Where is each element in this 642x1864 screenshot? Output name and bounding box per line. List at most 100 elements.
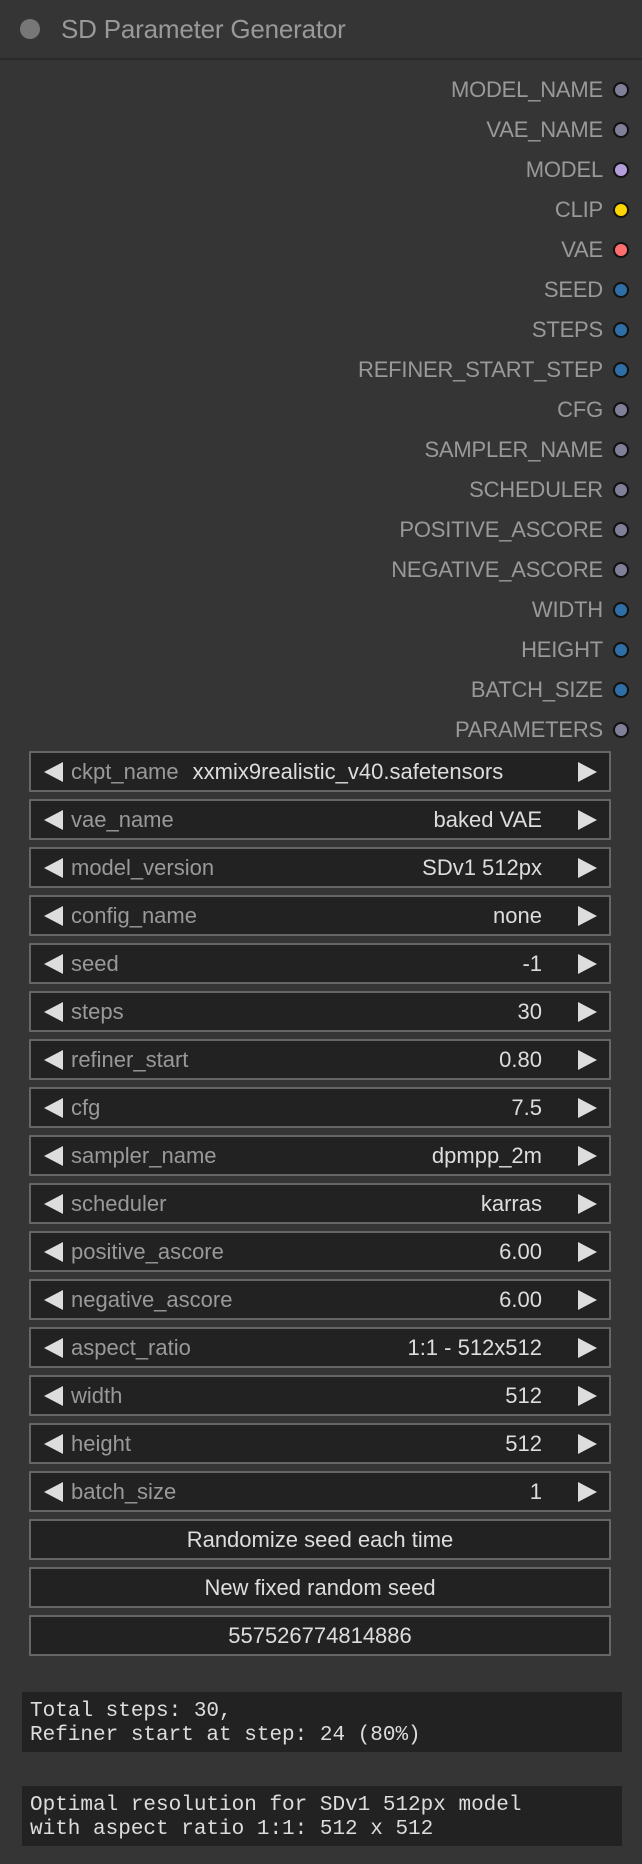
output-slot-height[interactable]: HEIGHT: [0, 630, 642, 670]
output-slot-sampler-name[interactable]: SAMPLER_NAME: [0, 430, 642, 470]
increment-arrow-icon[interactable]: [578, 1241, 597, 1262]
output-slot-clip[interactable]: CLIP: [0, 190, 642, 230]
increment-arrow-icon[interactable]: [578, 809, 597, 830]
decrement-arrow-icon[interactable]: [44, 1049, 63, 1070]
increment-arrow-icon[interactable]: [578, 953, 597, 974]
increment-arrow-icon[interactable]: [578, 1337, 597, 1358]
decrement-arrow-icon[interactable]: [44, 857, 63, 878]
widget-scheduler[interactable]: scheduler karras: [29, 1183, 611, 1224]
output-connector-dot-icon[interactable]: [613, 722, 629, 738]
widget-value[interactable]: dpmpp_2m: [432, 1143, 542, 1169]
decrement-arrow-icon[interactable]: [44, 1289, 63, 1310]
decrement-arrow-icon[interactable]: [44, 1193, 63, 1214]
widget-steps[interactable]: steps 30: [29, 991, 611, 1032]
decrement-arrow-icon[interactable]: [44, 1385, 63, 1406]
output-connector-dot-icon[interactable]: [613, 482, 629, 498]
decrement-arrow-icon[interactable]: [44, 1001, 63, 1022]
widget-height[interactable]: height 512: [29, 1423, 611, 1464]
output-connector-dot-icon[interactable]: [613, 402, 629, 418]
output-slot-positive-ascore[interactable]: POSITIVE_ASCORE: [0, 510, 642, 550]
output-slot-width[interactable]: WIDTH: [0, 590, 642, 630]
widget-value[interactable]: karras: [481, 1191, 542, 1217]
widget-value[interactable]: -1: [522, 951, 542, 977]
widget-cfg[interactable]: cfg 7.5: [29, 1087, 611, 1128]
increment-arrow-icon[interactable]: [578, 857, 597, 878]
widget-negative-ascore[interactable]: negative_ascore 6.00: [29, 1279, 611, 1320]
increment-arrow-icon[interactable]: [578, 1001, 597, 1022]
widget-model-version[interactable]: model_version SDv1 512px: [29, 847, 611, 888]
widget-value[interactable]: 1: [530, 1479, 542, 1505]
widget-vae-name[interactable]: vae_name baked VAE: [29, 799, 611, 840]
widget-value[interactable]: baked VAE: [434, 807, 542, 833]
output-connector-dot-icon[interactable]: [613, 122, 629, 138]
output-connector-dot-icon[interactable]: [613, 522, 629, 538]
increment-arrow-icon[interactable]: [578, 761, 597, 782]
output-connector-dot-icon[interactable]: [613, 562, 629, 578]
output-slot-vae[interactable]: VAE: [0, 230, 642, 270]
increment-arrow-icon[interactable]: [578, 1481, 597, 1502]
widget-value[interactable]: 7.5: [511, 1095, 542, 1121]
decrement-arrow-icon[interactable]: [44, 1481, 63, 1502]
widget-value[interactable]: 30: [518, 999, 542, 1025]
widget-value[interactable]: 512: [505, 1383, 542, 1409]
widget-value[interactable]: 0.80: [499, 1047, 542, 1073]
output-connector-dot-icon[interactable]: [613, 642, 629, 658]
output-slot-batch-size[interactable]: BATCH_SIZE: [0, 670, 642, 710]
output-connector-dot-icon[interactable]: [613, 602, 629, 618]
decrement-arrow-icon[interactable]: [44, 1145, 63, 1166]
output-connector-dot-icon[interactable]: [613, 682, 629, 698]
widget-value[interactable]: 1:1 - 512x512: [407, 1335, 542, 1361]
output-connector-dot-icon[interactable]: [613, 322, 629, 338]
increment-arrow-icon[interactable]: [578, 905, 597, 926]
output-slot-cfg[interactable]: CFG: [0, 390, 642, 430]
widget-value[interactable]: xxmix9realistic_v40.safetensors: [193, 759, 504, 785]
output-slot-parameters[interactable]: PARAMETERS: [0, 710, 642, 750]
decrement-arrow-icon[interactable]: [44, 761, 63, 782]
output-slot-vae-name[interactable]: VAE_NAME: [0, 110, 642, 150]
widget-sampler-name[interactable]: sampler_name dpmpp_2m: [29, 1135, 611, 1176]
widget-batch-size[interactable]: batch_size 1: [29, 1471, 611, 1512]
output-slot-steps[interactable]: STEPS: [0, 310, 642, 350]
widget-refiner-start[interactable]: refiner_start 0.80: [29, 1039, 611, 1080]
randomize-seed-button[interactable]: Randomize seed each time: [29, 1519, 611, 1560]
widget-aspect-ratio[interactable]: aspect_ratio 1:1 - 512x512: [29, 1327, 611, 1368]
output-slot-seed[interactable]: SEED: [0, 270, 642, 310]
widget-config-name[interactable]: config_name none: [29, 895, 611, 936]
widget-value[interactable]: 6.00: [499, 1239, 542, 1265]
collapse-dot-icon[interactable]: [20, 19, 40, 39]
widget-value[interactable]: 512: [505, 1431, 542, 1457]
output-connector-dot-icon[interactable]: [613, 162, 629, 178]
decrement-arrow-icon[interactable]: [44, 953, 63, 974]
output-connector-dot-icon[interactable]: [613, 282, 629, 298]
output-slot-scheduler[interactable]: SCHEDULER: [0, 470, 642, 510]
increment-arrow-icon[interactable]: [578, 1385, 597, 1406]
output-slot-model[interactable]: MODEL: [0, 150, 642, 190]
increment-arrow-icon[interactable]: [578, 1097, 597, 1118]
widget-seed[interactable]: seed -1: [29, 943, 611, 984]
decrement-arrow-icon[interactable]: [44, 1241, 63, 1262]
fixed-seed-value-button[interactable]: 557526774814886: [29, 1615, 611, 1656]
decrement-arrow-icon[interactable]: [44, 905, 63, 926]
decrement-arrow-icon[interactable]: [44, 809, 63, 830]
widget-value[interactable]: 6.00: [499, 1287, 542, 1313]
widget-value[interactable]: SDv1 512px: [422, 855, 542, 881]
output-connector-dot-icon[interactable]: [613, 82, 629, 98]
output-slot-refiner-start-step[interactable]: REFINER_START_STEP: [0, 350, 642, 390]
widget-width[interactable]: width 512: [29, 1375, 611, 1416]
decrement-arrow-icon[interactable]: [44, 1433, 63, 1454]
widget-ckpt-name[interactable]: ckpt_name xxmix9realistic_v40.safetensors: [29, 751, 611, 792]
increment-arrow-icon[interactable]: [578, 1289, 597, 1310]
output-connector-dot-icon[interactable]: [613, 202, 629, 218]
decrement-arrow-icon[interactable]: [44, 1097, 63, 1118]
output-slot-model-name[interactable]: MODEL_NAME: [0, 70, 642, 110]
output-connector-dot-icon[interactable]: [613, 242, 629, 258]
increment-arrow-icon[interactable]: [578, 1433, 597, 1454]
new-fixed-seed-button[interactable]: New fixed random seed: [29, 1567, 611, 1608]
increment-arrow-icon[interactable]: [578, 1145, 597, 1166]
widget-positive-ascore[interactable]: positive_ascore 6.00: [29, 1231, 611, 1272]
node-title-bar[interactable]: SD Parameter Generator: [0, 0, 642, 60]
output-slot-negative-ascore[interactable]: NEGATIVE_ASCORE: [0, 550, 642, 590]
decrement-arrow-icon[interactable]: [44, 1337, 63, 1358]
output-connector-dot-icon[interactable]: [613, 362, 629, 378]
increment-arrow-icon[interactable]: [578, 1049, 597, 1070]
